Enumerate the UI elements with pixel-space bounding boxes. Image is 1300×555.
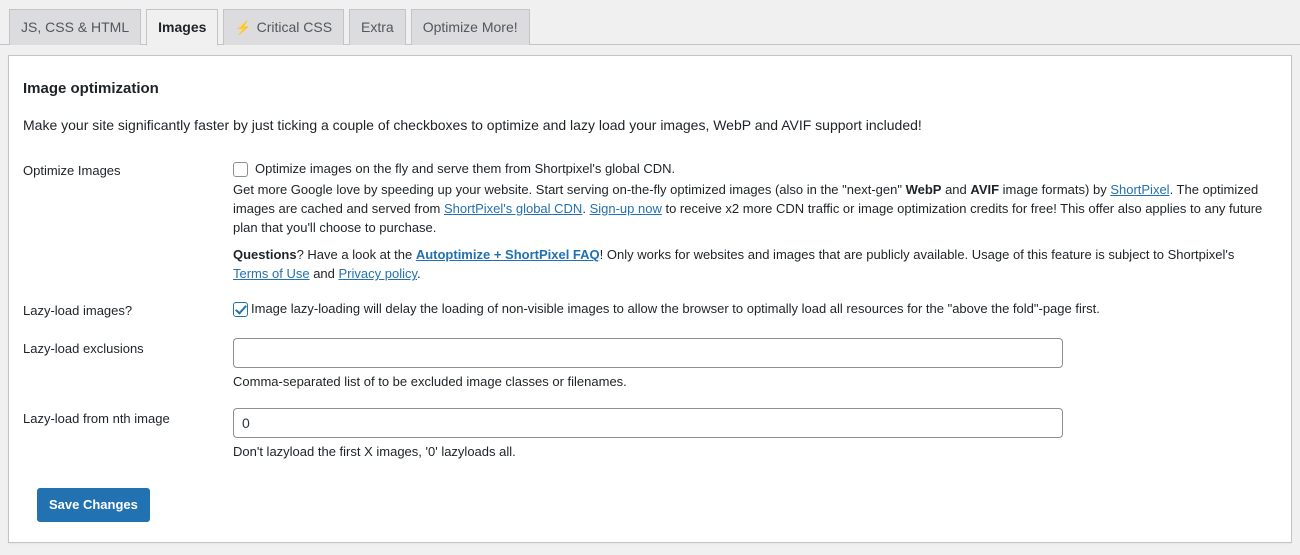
row-lazy-load-nth-image: Lazy-load from nth image Don't lazyload … [23, 400, 1277, 470]
privacy-policy-link[interactable]: Privacy policy [339, 266, 418, 281]
settings-tab-bar: JS, CSS & HTML Images ⚡ Critical CSS Ext… [0, 0, 1300, 46]
settings-form-table: Optimize Images Optimize images on the f… [23, 152, 1277, 470]
cell-lazy-load-images: Image lazy-loading will delay the loadin… [233, 292, 1277, 330]
lazy-load-nth-image-help: Don't lazyload the first X images, '0' l… [233, 444, 516, 460]
optimize-images-desc-paragraph-2: Questions? Have a look at the Autoptimiz… [233, 246, 1263, 284]
shortpixel-link[interactable]: ShortPixel [1110, 182, 1169, 197]
page-title: Image optimization [23, 80, 159, 97]
autoptimize-shortpixel-faq-link[interactable]: Autoptimize + ShortPixel FAQ [416, 247, 600, 262]
lazy-load-exclusions-input[interactable] [233, 338, 1063, 369]
tab-label: Images [158, 19, 207, 35]
image-optimization-panel: Image optimization Make your site signif… [8, 55, 1292, 543]
desc-text: . [582, 200, 590, 216]
tab-label: Extra [361, 19, 394, 35]
lazy-load-exclusions-help: Comma-separated list of to be excluded i… [233, 374, 627, 390]
lazy-load-nth-image-input[interactable] [233, 408, 1063, 439]
cell-lazy-load-nth-image: Don't lazyload the first X images, '0' l… [233, 400, 1277, 470]
label-lazy-load-images: Lazy-load images? [23, 303, 133, 319]
tab-js-css-html[interactable]: JS, CSS & HTML [9, 9, 142, 45]
tab-optimize-more[interactable]: Optimize More! [410, 9, 530, 45]
desc-text: image formats) by [999, 181, 1111, 197]
avif-term: AVIF [970, 181, 1000, 197]
terms-of-use-link[interactable]: Terms of Use [233, 266, 310, 281]
tab-extra[interactable]: Extra [349, 9, 406, 45]
row-optimize-images: Optimize Images Optimize images on the f… [23, 152, 1277, 292]
lazy-load-checkbox-line: Image lazy-loading will delay the loadin… [233, 300, 1267, 319]
desc-text: and [309, 266, 339, 282]
tab-images[interactable]: Images [146, 9, 219, 46]
tab-label: Optimize More! [422, 19, 518, 35]
webp-term: WebP [905, 181, 942, 197]
lazy-load-images-checkbox[interactable] [233, 302, 248, 318]
section-intro: Make your site significantly faster by j… [23, 117, 922, 133]
row-lazy-load-exclusions: Lazy-load exclusions Comma-separated lis… [23, 330, 1277, 400]
desc-text: . [417, 266, 421, 282]
desc-text: ! Only works for websites and images tha… [599, 247, 1235, 263]
row-lazy-load-images: Lazy-load images? Image lazy-loading wil… [23, 292, 1277, 330]
desc-text: and [941, 181, 971, 197]
questions-term: Questions [233, 247, 297, 263]
tab-label: JS, CSS & HTML [21, 19, 130, 35]
desc-text: ? Have a look at the [296, 247, 416, 263]
label-lazy-load-exclusions: Lazy-load exclusions [23, 341, 144, 357]
tab-label: Critical CSS [256, 19, 333, 35]
shortpixel-global-cdn-link[interactable]: ShortPixel's global CDN [444, 201, 582, 216]
tab-critical-css[interactable]: ⚡ Critical CSS [223, 9, 345, 45]
lazy-load-images-checkbox-label[interactable]: Image lazy-loading will delay the loadin… [251, 300, 1100, 319]
optimize-images-checkbox[interactable] [233, 162, 248, 177]
optimize-images-checkbox-line: Optimize images on the fly and serve the… [233, 160, 1267, 179]
bolt-icon: ⚡ [235, 19, 252, 35]
cell-optimize-images: Optimize images on the fly and serve the… [233, 152, 1277, 292]
submit-area: Save Changes [23, 470, 1277, 522]
desc-text: Get more Google love by speeding up your… [233, 181, 906, 197]
optimize-images-desc-paragraph-1: Get more Google love by speeding up your… [233, 181, 1263, 238]
label-optimize-images: Optimize Images [23, 163, 121, 178]
sign-up-now-link[interactable]: Sign-up now [590, 201, 662, 216]
optimize-images-checkbox-label[interactable]: Optimize images on the fly and serve the… [255, 160, 675, 179]
save-changes-button[interactable]: Save Changes [37, 487, 150, 522]
optimize-images-description: Get more Google love by speeding up your… [233, 181, 1263, 284]
cell-lazy-load-exclusions: Comma-separated list of to be excluded i… [233, 330, 1277, 400]
label-lazy-load-nth-image: Lazy-load from nth image [23, 411, 170, 427]
